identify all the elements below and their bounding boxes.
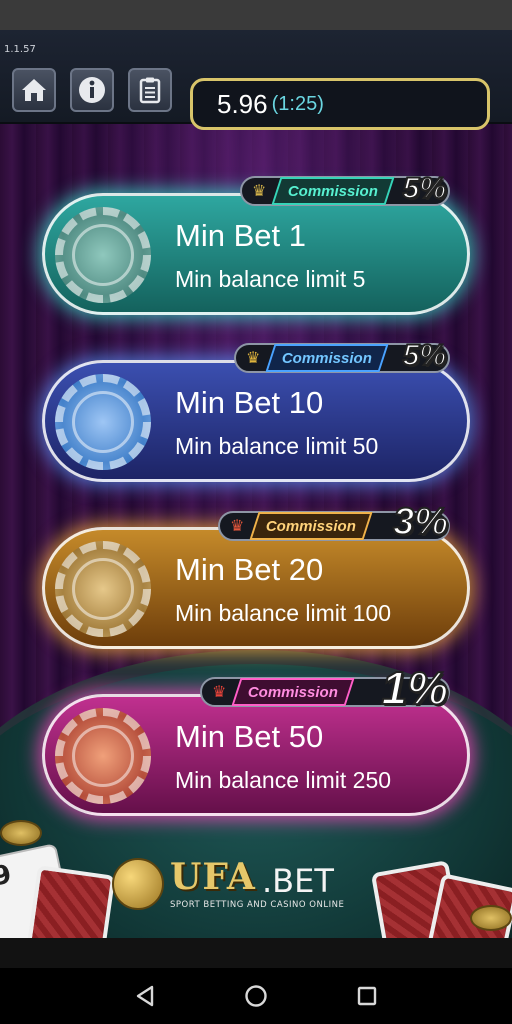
ufa-bet-logo: UFA .BET SPORT BETTING AND CASINO ONLINE: [112, 856, 362, 916]
logo-suffix: .BET: [262, 862, 334, 900]
crown-icon: ♛: [230, 518, 245, 535]
room-subtitle: Min balance limit 100: [175, 600, 392, 626]
commission-label: Commission: [248, 683, 339, 701]
commission-badge: ♛ Commission 3%: [218, 500, 450, 544]
history-button[interactable]: [128, 68, 172, 112]
info-button[interactable]: [70, 68, 114, 112]
commission-badge: ♛ Commission 5%: [234, 338, 450, 373]
game-lobby: 9 1.1.57 5.96 (1:25) Min Bet 1 Min balan…: [0, 30, 512, 938]
chip-icon: [55, 374, 151, 470]
chip-stack: [470, 905, 512, 931]
commission-label: Commission: [282, 349, 373, 367]
commission-value: 3%: [392, 500, 449, 544]
soccer-ball-icon: [112, 858, 164, 910]
chip-icon: [55, 708, 151, 804]
room-title: Min Bet 10: [175, 385, 324, 420]
commission-badge: ♛ Commission 1%: [200, 661, 450, 715]
logo-tagline: SPORT BETTING AND CASINO ONLINE: [170, 900, 345, 910]
playing-card-back: [22, 865, 116, 938]
commission-label: Commission: [266, 517, 357, 535]
clipboard-icon: [139, 77, 161, 104]
home-icon: [22, 79, 46, 101]
crown-icon: ♛: [252, 183, 267, 200]
chip-stack: [0, 820, 42, 846]
back-triangle-icon[interactable]: [132, 983, 158, 1009]
room-min-bet-20[interactable]: Min Bet 20 Min balance limit 100: [42, 527, 470, 649]
crown-icon: ♛: [246, 350, 261, 367]
card-rank: 9: [0, 859, 15, 893]
balance-display: 5.96 (1:25): [190, 78, 490, 130]
commission-badge: ♛ Commission 5%: [240, 171, 450, 206]
home-circle-icon[interactable]: [243, 983, 269, 1009]
status-bar: [0, 0, 512, 30]
balance-value: 5.96: [217, 88, 268, 119]
room-title: Min Bet 20: [175, 552, 324, 587]
commission-value: 1%: [381, 661, 449, 715]
nav-gap: [0, 938, 512, 968]
room-subtitle: Min balance limit 50: [175, 433, 379, 459]
chip-icon: [55, 207, 151, 303]
recents-square-icon[interactable]: [354, 983, 380, 1009]
app-version: 1.1.57: [4, 44, 36, 55]
commission-value: 5%: [402, 171, 447, 206]
commission-value: 5%: [402, 338, 447, 373]
room-title: Min Bet 50: [175, 719, 324, 754]
room-min-bet-1[interactable]: Min Bet 1 Min balance limit 5: [42, 193, 470, 315]
crown-icon: ♛: [212, 684, 227, 701]
info-icon: [79, 77, 105, 103]
room-min-bet-10[interactable]: Min Bet 10 Min balance limit 50: [42, 360, 470, 482]
home-button[interactable]: [12, 68, 56, 112]
room-subtitle: Min balance limit 250: [175, 767, 392, 793]
android-nav-bar: [0, 968, 512, 1024]
room-title: Min Bet 1: [175, 218, 306, 253]
commission-label: Commission: [288, 182, 379, 200]
room-subtitle: Min balance limit 5: [175, 266, 366, 292]
balance-timer: (1:25): [271, 92, 324, 115]
chip-icon: [55, 541, 151, 637]
logo-name: UFA: [170, 856, 256, 898]
